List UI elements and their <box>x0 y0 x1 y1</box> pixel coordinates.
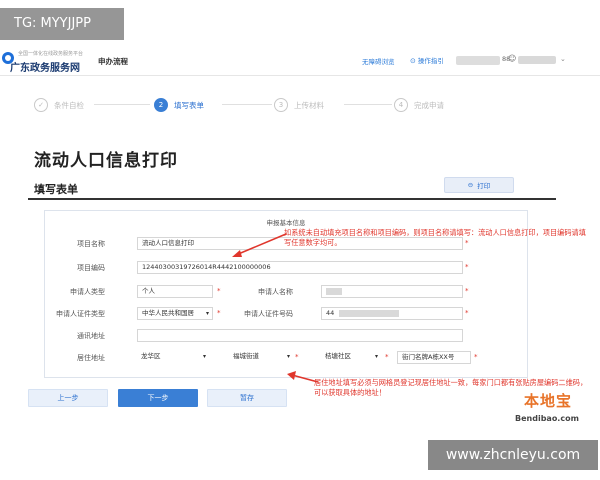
required-mark: * <box>217 309 221 317</box>
chevron-down-icon: ▾ <box>374 353 378 360</box>
user-icon[interactable]: ☺ <box>508 54 516 63</box>
print-button[interactable]: ⊖ 打印 <box>444 177 514 193</box>
nav-barrier-free[interactable]: 无障碍浏览 <box>362 56 395 66</box>
chevron-down-icon[interactable]: ⌄ <box>560 55 566 63</box>
logo-subtitle: 全国一体化在线政务服务平台 <box>18 51 84 57</box>
residence-label: 居住地址 <box>77 354 105 362</box>
logo-title[interactable]: 广东政务服务网 <box>10 59 80 74</box>
required-mark: * <box>474 353 478 361</box>
site-header: 全国一体化在线政务服务平台 广东政务服务网 申办流程 无障碍浏览 ⊙ 操作指引 8… <box>0 46 600 76</box>
site-watermark: www.zhcnleyu.com <box>428 440 598 470</box>
step-2: 2 填写表单 <box>154 97 204 113</box>
step-4-number: 4 <box>394 98 408 112</box>
step-connector <box>344 104 392 105</box>
nav-guide-label: 操作指引 <box>417 57 444 65</box>
section-title: 填写表单 <box>34 183 78 196</box>
step-1: ✓ 条件自检 <box>34 97 84 113</box>
id-number-field[interactable]: 44 <box>321 307 463 320</box>
step-2-number: 2 <box>154 98 168 112</box>
required-mark: * <box>217 287 221 295</box>
brand-url: Bendibao.com <box>515 414 579 423</box>
residence-detail-field[interactable]: 街门名牌A栋XX号 <box>397 351 471 364</box>
mail-address-label: 通讯地址 <box>77 332 105 340</box>
id-type-value: 中华人民共和国居 <box>142 309 194 317</box>
step-4-label: 完成申请 <box>414 100 444 110</box>
brand-logo: 本地宝 <box>524 392 573 410</box>
page-title: 流动人口信息打印 <box>34 151 178 171</box>
prev-step-button[interactable]: 上一步 <box>28 389 108 407</box>
form-caption: 申报基本信息 <box>266 219 306 227</box>
required-mark: * <box>385 353 389 361</box>
residence-community-select[interactable]: 桔塘社区 ▾ <box>321 351 381 364</box>
mail-address-field[interactable] <box>137 329 463 342</box>
residence-street-select[interactable]: 福城街道 ▾ <box>229 351 293 364</box>
next-step-button[interactable]: 下一步 <box>118 389 198 407</box>
nav-guide[interactable]: ⊙ 操作指引 <box>410 55 444 65</box>
step-connector <box>222 104 272 105</box>
annotation-top: 如系统未自动填充项目名称和项目编码，则项目名称请填写：流动人口信息打印，项目编码… <box>284 228 586 247</box>
step-connector <box>94 104 150 105</box>
required-mark: * <box>465 309 469 317</box>
chevron-down-icon: ▾ <box>205 310 209 317</box>
nav-process[interactable]: 申办流程 <box>98 56 128 67</box>
project-code-field[interactable]: 12440300319726014R4442100000006 <box>137 261 463 274</box>
user-account-blurred <box>518 56 556 64</box>
chevron-down-icon: ▾ <box>202 353 206 360</box>
required-mark: * <box>295 353 299 361</box>
residence-street-value: 福城街道 <box>233 352 259 360</box>
step-indicator: ✓ 条件自检 2 填写表单 3 上传材料 4 完成申请 <box>34 97 474 113</box>
required-mark: * <box>465 263 469 271</box>
residence-community-value: 桔塘社区 <box>325 352 351 360</box>
id-type-select[interactable]: 中华人民共和国居 ▾ <box>137 307 213 320</box>
user-name-blurred <box>456 56 500 65</box>
step-1-label: 条件自检 <box>54 100 84 110</box>
applicant-type-select[interactable]: 个人 <box>137 285 213 298</box>
save-draft-button[interactable]: 暂存 <box>207 389 287 407</box>
applicant-type-label: 申请人类型 <box>70 288 105 296</box>
applicant-type-value: 个人 <box>142 287 155 295</box>
id-number-blurred <box>339 309 400 317</box>
applicant-name-field[interactable] <box>321 285 463 298</box>
step-3: 3 上传材料 <box>274 97 324 113</box>
guide-icon: ⊙ <box>410 57 416 65</box>
print-icon: ⊖ <box>467 181 474 189</box>
applicant-name-blurred <box>326 287 342 295</box>
residence-district-select[interactable]: 龙华区 ▾ <box>137 351 209 364</box>
step-3-label: 上传材料 <box>294 100 324 110</box>
id-number-label: 申请人证件号码 <box>244 310 293 318</box>
id-type-label: 申请人证件类型 <box>56 310 105 318</box>
residence-district-value: 龙华区 <box>141 352 161 360</box>
step-4: 4 完成申请 <box>394 97 444 113</box>
watermark-tag: TG: MYYJJPP <box>0 8 124 40</box>
print-label: 打印 <box>477 182 491 190</box>
annotation-arrow <box>232 233 287 257</box>
step-3-number: 3 <box>274 98 288 112</box>
step-1-check-icon: ✓ <box>34 98 48 112</box>
project-name-label: 项目名称 <box>77 240 105 248</box>
id-number-value: 44 <box>326 309 335 317</box>
step-2-label: 填写表单 <box>174 100 204 110</box>
chevron-down-icon: ▾ <box>286 353 290 360</box>
required-mark: * <box>465 287 469 295</box>
section-divider <box>28 198 556 200</box>
applicant-name-label: 申请人名称 <box>258 288 293 296</box>
annotation-arrow <box>287 371 319 383</box>
project-code-label: 项目编码 <box>77 264 105 272</box>
